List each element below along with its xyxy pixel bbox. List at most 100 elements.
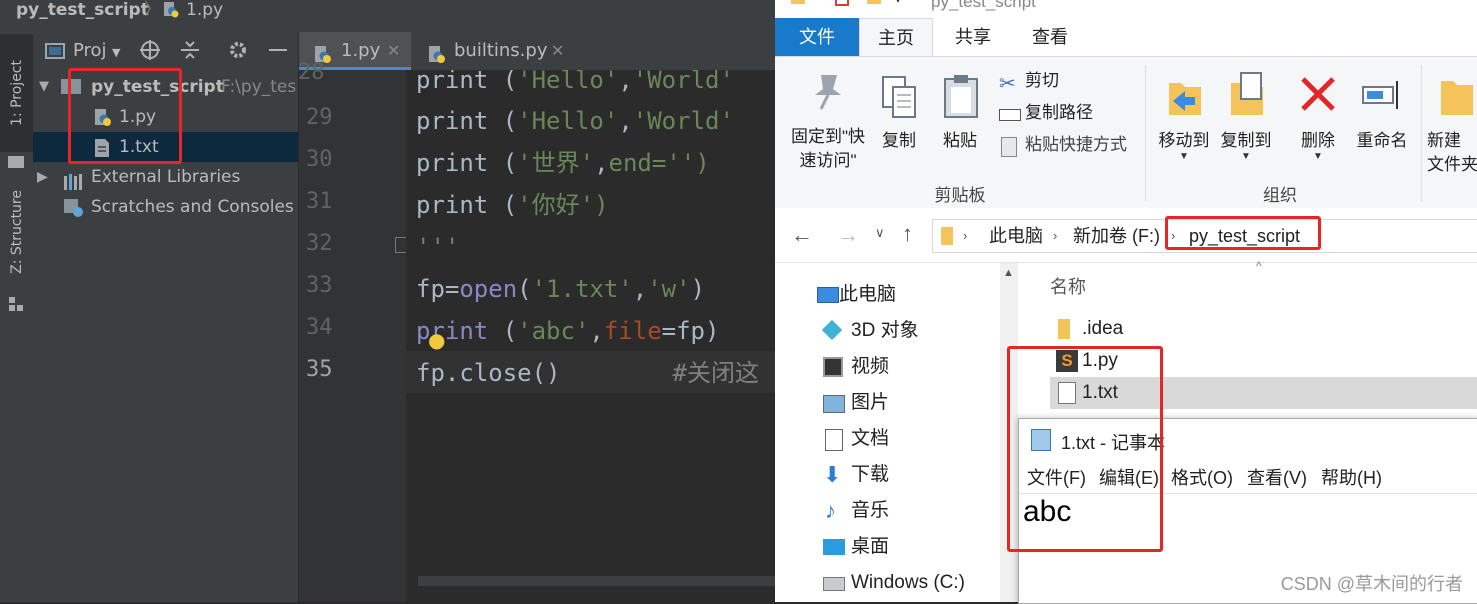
chevron-down-icon[interactable]: ∨ [875,225,885,241]
locate-icon[interactable] [139,39,161,65]
group-divider [1421,65,1422,201]
code-token: , [632,275,648,303]
new-folder-icon[interactable] [867,0,881,4]
tree-item-1-py[interactable]: 1.py [33,102,298,132]
line-number: 33 [306,273,333,298]
button-label: 速访问" [799,151,857,170]
code-token: print [416,149,503,177]
cut-button[interactable]: ✂ 剪切 [999,69,1149,97]
pin-icon [811,73,845,116]
pin-quick-access-button[interactable]: 固定到"快 速访问" [783,63,873,173]
tab-builtins-py[interactable]: builtins.py ✕ [411,32,577,70]
copy-button[interactable]: 复制 [875,63,923,173]
menu-view[interactable]: 查看(V) [1247,463,1307,493]
file-item-idea[interactable]: .idea [1050,313,1477,345]
project-view-selector[interactable]: Proj [73,40,107,61]
tree-item-scratches[interactable]: Scratches and Consoles [33,192,298,222]
text-doc-icon [1058,382,1076,404]
delete-button[interactable]: 删除 ▼ [1293,65,1343,175]
nav-label: 图片 [851,392,890,413]
tree-item-project-root[interactable]: ▼ py_test_script F:\py_tes [33,72,298,102]
code-token: ( [502,107,518,135]
breadcrumb-this-pc[interactable]: 此电脑 [989,220,1043,252]
copy-icon [881,75,917,124]
tree-item-label: 1.txt [119,137,159,157]
breadcrumb-file[interactable]: 1.py [186,0,223,22]
gear-icon[interactable] [227,39,249,65]
button-label: 剪切 [1025,71,1059,90]
line-number: 29 [306,105,333,130]
minimize-icon[interactable] [269,49,287,51]
column-header-name[interactable]: 名称 [1050,273,1086,299]
tab-view[interactable]: 查看 [1015,18,1085,56]
window-title: py_test_script [931,0,1036,11]
tool-tab-structure[interactable]: Z: Structure [0,172,33,292]
move-to-button[interactable]: 移动到 ▼ [1153,63,1215,173]
code-token: =fp) [661,317,720,345]
code-token: 'w' [647,275,691,303]
code-editor[interactable]: print ('Hello','World' print ('Hello','W… [406,70,775,602]
ide-window: py_test_script 〉 1.py 1: Project Z: Stru… [0,0,775,602]
tool-tab-project[interactable]: 1: Project [0,34,33,152]
code-token: ( [517,275,532,303]
group-divider [1145,65,1146,201]
menu-format[interactable]: 格式(O) [1171,463,1233,493]
folder-icon [61,79,81,94]
chevron-down-icon[interactable]: ▾ [895,0,901,6]
code-line-31: print ('你好') [416,184,609,226]
back-arrow-icon[interactable]: ← [791,222,813,248]
file-name: 1.py [1082,350,1118,371]
tab-file[interactable]: 文件 [775,18,859,56]
breadcrumb-drive[interactable]: 新加卷 (F:) [1073,220,1160,252]
lightbulb-icon[interactable]: ● [428,328,445,352]
tab-home[interactable]: 主页 [859,18,933,56]
breadcrumb-separator: › [963,228,968,243]
close-icon[interactable]: ✕ [551,32,564,70]
code-token: 'Hello' [517,107,619,135]
notepad-text-area[interactable]: abc [1023,495,1071,529]
paste-shortcut-button[interactable]: 粘贴快捷方式 [999,133,1159,161]
tree-item-1-txt[interactable]: 1.txt [33,132,298,162]
code-token: , [618,70,633,94]
scratches-icon [63,198,85,228]
chevron-down-icon: ▼ [1313,151,1323,162]
file-item-1-py[interactable]: S 1.py [1050,345,1477,377]
file-item-1-txt[interactable]: 1.txt [1050,377,1477,409]
navigation-bar: py_test_script 〉 1.py [0,0,775,32]
new-folder-button[interactable]: 新建 文件夹 [1427,65,1477,175]
quick-access-toolbar: ▾ py_test_script [775,0,1477,18]
properties-icon[interactable] [835,0,849,6]
close-icon[interactable]: ✕ [387,32,400,70]
button-label: 移动到 [1158,131,1210,150]
up-arrow-icon[interactable]: ↑ [902,221,913,247]
copy-path-button[interactable]: 复制路径 [999,101,1149,129]
code-token: ) [690,275,706,303]
tab-share[interactable]: 共享 [939,18,1007,56]
menu-help[interactable]: 帮助(H) [1321,463,1382,493]
code-token: 'World' [632,70,734,94]
navigation-scrollbar[interactable]: ▲ [1000,263,1018,602]
menu-file[interactable]: 文件(F) [1027,463,1086,493]
tree-item-external-libraries[interactable]: ▶ External Libraries [33,162,298,192]
collapse-all-icon[interactable] [179,39,201,65]
forward-arrow-icon[interactable]: → [837,222,859,248]
horizontal-scrollbar[interactable] [418,576,775,586]
chevron-right-icon[interactable]: ▶ [37,162,48,192]
menu-edit[interactable]: 编辑(E) [1099,463,1159,493]
breadcrumb-project[interactable]: py_test_script [16,0,149,22]
nav-label: 音乐 [851,500,890,521]
copy-to-button[interactable]: 复制到 ▼ [1215,63,1277,173]
address-input[interactable]: › 此电脑 › 新加卷 (F:) › py_test_script [932,219,1477,253]
chevron-up-icon[interactable]: ▲ [1003,267,1014,279]
paste-button[interactable]: 粘贴 [935,63,985,173]
chevron-down-icon[interactable]: ▼ [112,46,120,59]
button-label: 重命名 [1356,131,1408,150]
sort-chevron-icon: ^ [1256,259,1262,273]
chevron-down-icon[interactable]: ▼ [39,72,49,102]
code-token: 'Hello' [517,70,619,94]
code-token: print [416,191,503,219]
breadcrumb-folder[interactable]: py_test_script [1189,220,1300,252]
line-number-gutter: 28 29 30 31 32 33 34 35 [298,60,411,602]
rename-button[interactable]: 重命名 [1351,65,1413,175]
tab-label: 1.py [341,40,381,61]
